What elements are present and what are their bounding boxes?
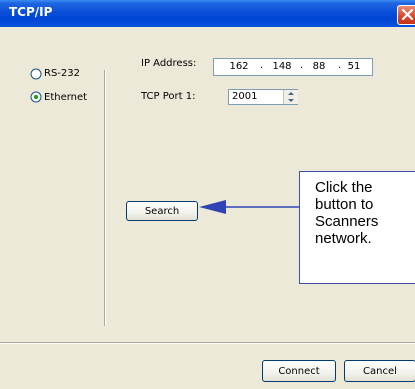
ip-address-label: IP Address: — [141, 58, 197, 69]
callout-line-1: Click the — [315, 179, 373, 196]
ethernet-label[interactable]: Ethernet — [44, 92, 87, 103]
ip-octet-1[interactable]: 162 — [226, 61, 252, 72]
rs232-label[interactable]: RS-232 — [44, 68, 80, 79]
arrow-icon — [199, 200, 299, 214]
cancel-button[interactable]: Cancel — [344, 360, 415, 382]
tcp-port-stepper[interactable]: 2001 — [228, 89, 298, 105]
spinner-up-icon[interactable] — [284, 90, 298, 97]
callout-text: Click the button to Scanners network. — [315, 179, 415, 247]
callout-line-4: network. — [315, 230, 372, 247]
tcp-port-value[interactable]: 2001 — [232, 91, 257, 102]
callout-box: Click the button to Scanners network. — [299, 171, 415, 284]
vertical-divider — [104, 70, 106, 326]
ethernet-radio[interactable] — [30, 91, 42, 103]
ip-octet-3[interactable]: 88 — [306, 61, 332, 72]
close-icon — [402, 9, 413, 20]
callout-line-3: Scanners — [315, 213, 379, 230]
ip-octet-4[interactable]: 51 — [344, 61, 364, 72]
connect-button[interactable]: Connect — [262, 360, 336, 382]
search-button[interactable]: Search — [126, 201, 198, 221]
title-bar[interactable]: TCP/IP — [0, 0, 415, 27]
spinner-down-icon[interactable] — [284, 97, 298, 104]
close-button[interactable] — [397, 5, 415, 25]
rs232-radio[interactable] — [30, 68, 42, 80]
tcp-port-spinner[interactable] — [283, 90, 298, 104]
window-title: TCP/IP — [9, 5, 53, 19]
ip-address-input[interactable]: 162 . 148 . 88 . 51 — [213, 58, 373, 76]
callout-line-2: button to — [315, 196, 374, 213]
tcp-port-label: TCP Port 1: — [141, 91, 196, 102]
horizontal-divider — [0, 342, 415, 344]
ip-octet-2[interactable]: 148 — [269, 61, 295, 72]
